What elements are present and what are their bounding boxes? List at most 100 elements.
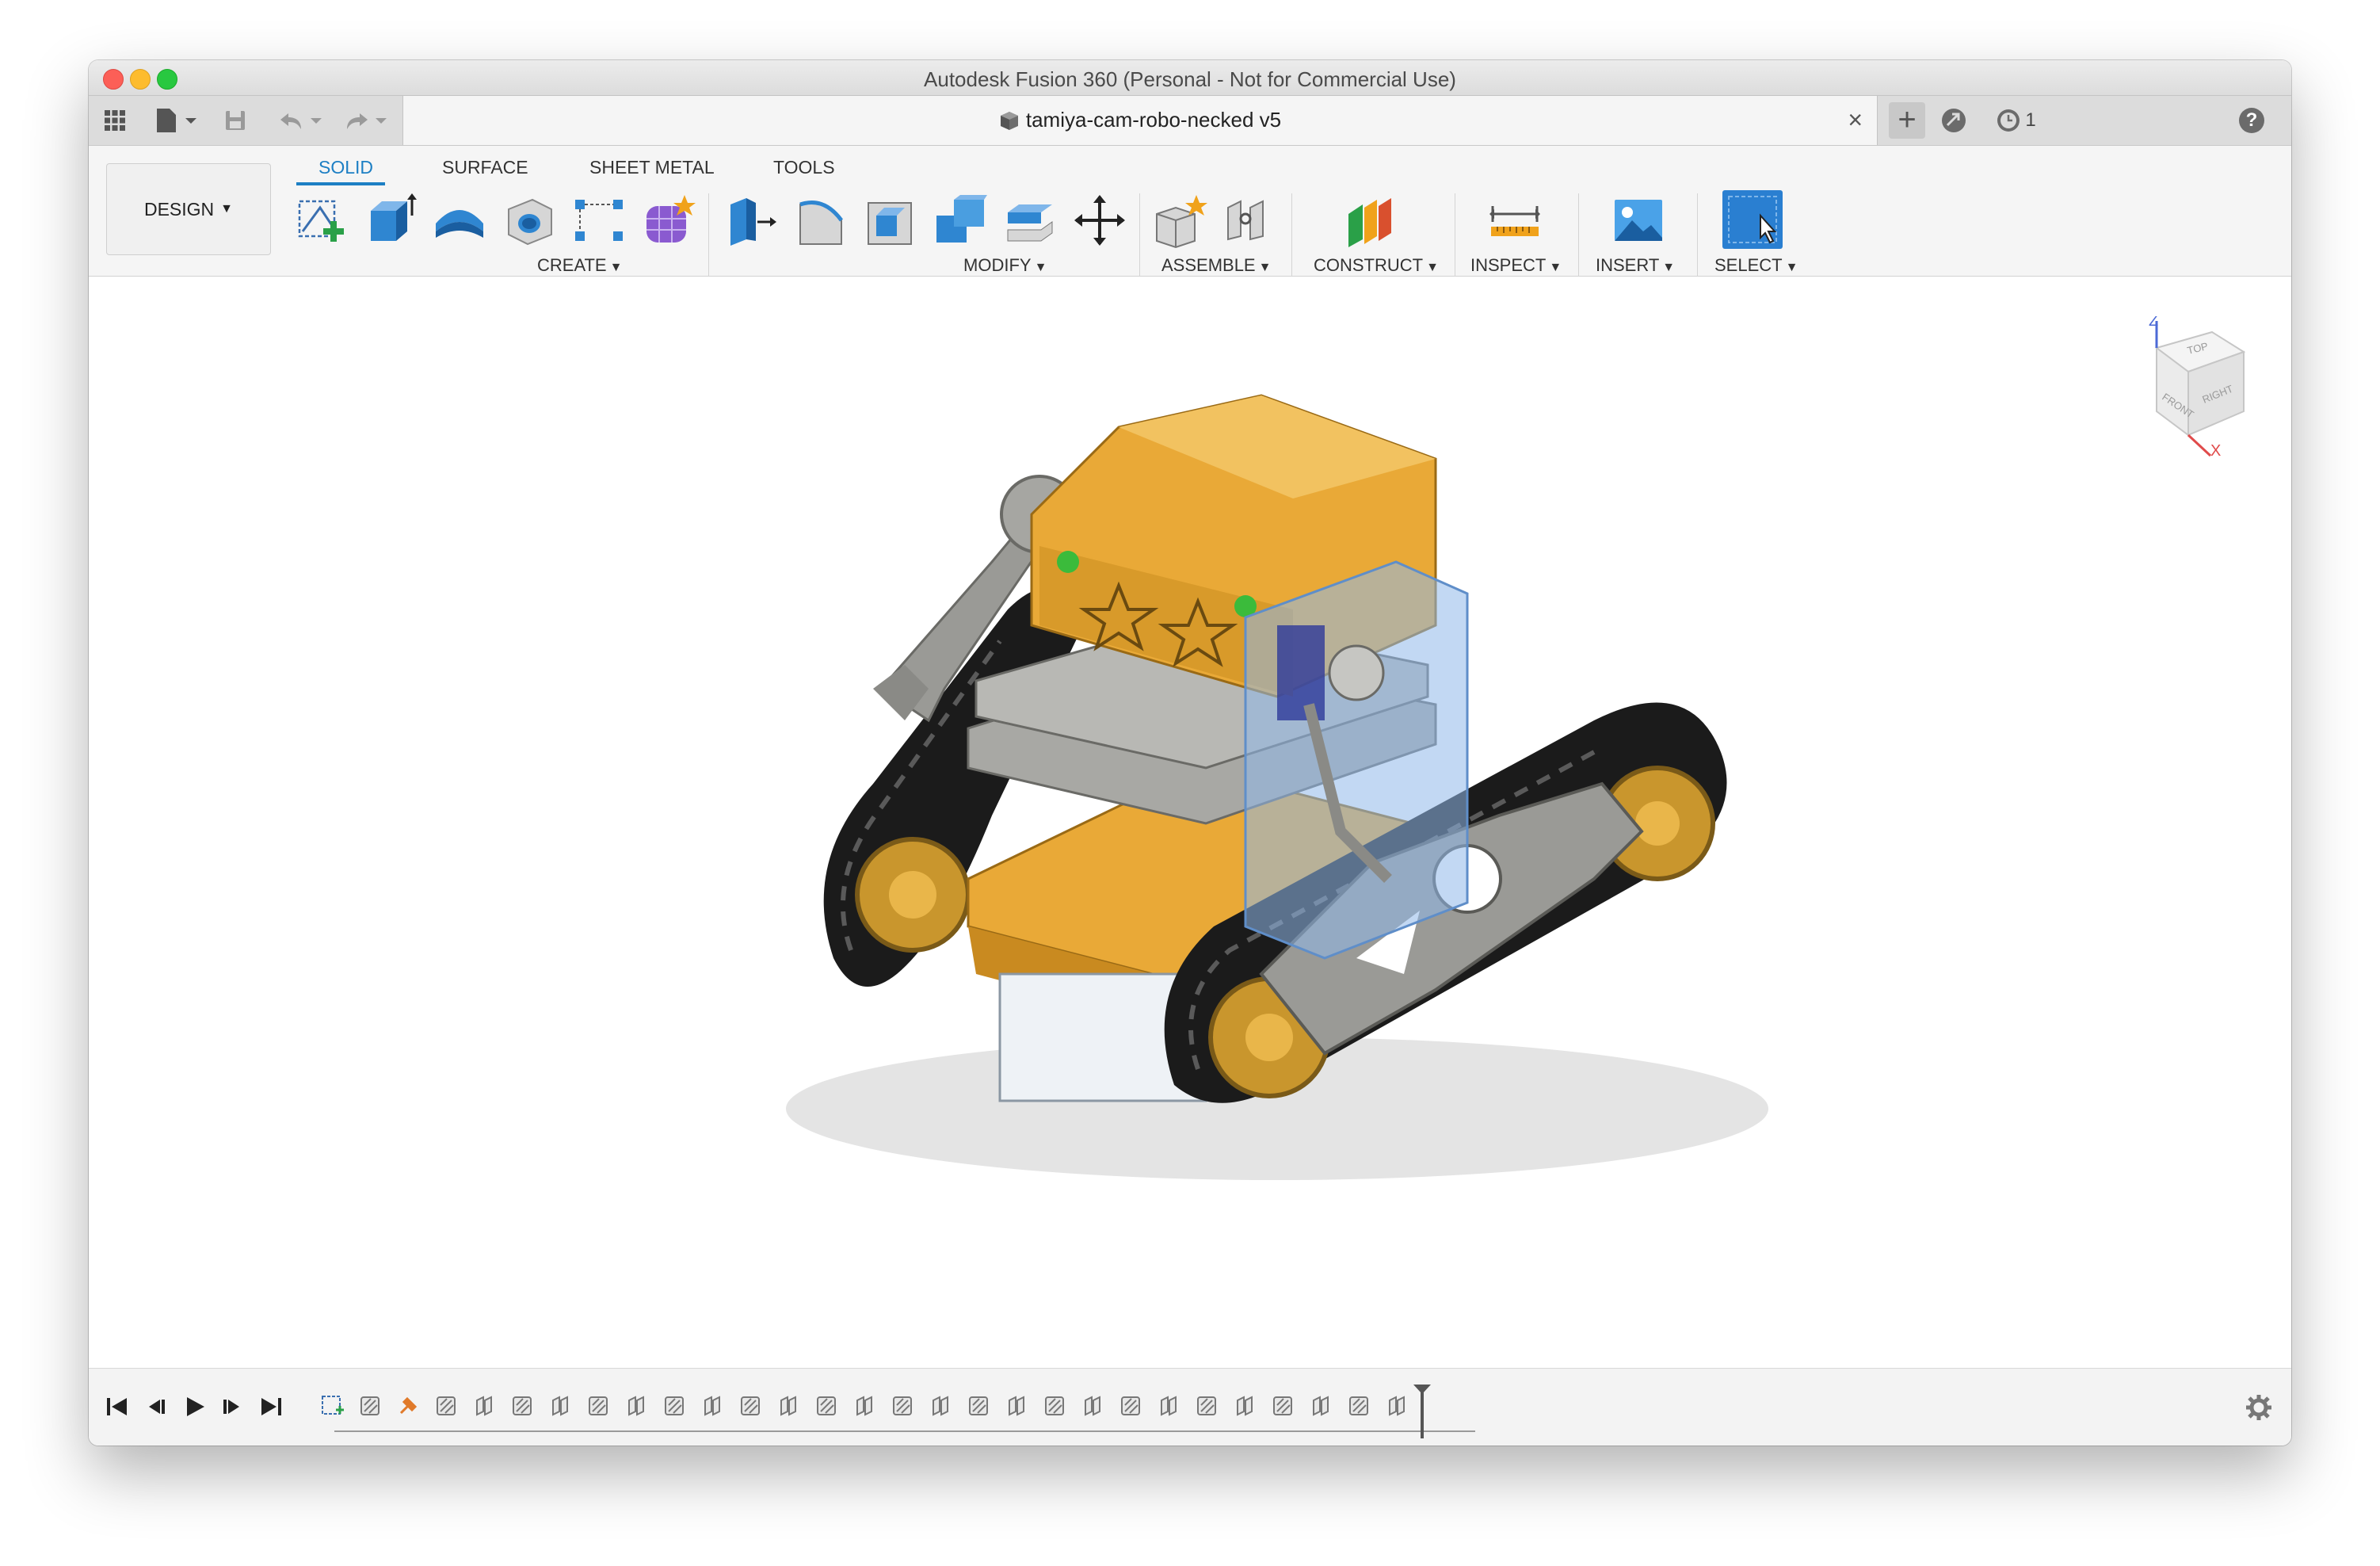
- undo-icon[interactable]: [274, 105, 330, 136]
- fillet-icon[interactable]: [792, 192, 849, 249]
- active-tab-indicator: [296, 182, 385, 185]
- timeline-feature-icon[interactable]: [813, 1392, 840, 1419]
- move-copy-icon[interactable]: [1071, 192, 1128, 249]
- insert-label: INSERT: [1596, 255, 1660, 275]
- divider: [1139, 193, 1140, 281]
- robot-model[interactable]: [89, 277, 2291, 1368]
- component-icon: [1000, 112, 1018, 130]
- close-tab-button[interactable]: ×: [1848, 105, 1863, 135]
- extrude-icon[interactable]: [361, 192, 418, 249]
- online-status-icon[interactable]: [1938, 105, 1970, 136]
- timeline-feature-icon[interactable]: [1383, 1392, 1410, 1419]
- skip-to-end-icon[interactable]: [257, 1392, 285, 1421]
- caret-down-icon: ▼: [220, 202, 234, 216]
- timeline-feature-icon[interactable]: [851, 1392, 878, 1419]
- construct-label: CONSTRUCT: [1314, 255, 1424, 275]
- timeline-feature-icon[interactable]: [1117, 1392, 1144, 1419]
- timeline-feature-icon[interactable]: [1269, 1392, 1296, 1419]
- file-icon[interactable]: [152, 105, 203, 136]
- step-forward-icon[interactable]: [219, 1392, 247, 1421]
- play-icon[interactable]: [181, 1392, 209, 1421]
- timeline-feature-icon[interactable]: [1041, 1392, 1068, 1419]
- timeline-feature-icon[interactable]: [433, 1392, 460, 1419]
- timeline-feature-icon[interactable]: [699, 1392, 726, 1419]
- measure-icon[interactable]: [1486, 192, 1543, 249]
- insert-image-icon[interactable]: [1610, 192, 1667, 249]
- timeline-feature-icon[interactable]: [1345, 1392, 1372, 1419]
- divider: [1578, 193, 1579, 281]
- offset-plane-icon[interactable]: [1341, 192, 1398, 249]
- timeline-feature-icon[interactable]: [1193, 1392, 1220, 1419]
- timeline-feature-icon[interactable]: [1155, 1392, 1182, 1419]
- redo-icon[interactable]: [339, 105, 395, 136]
- insert-menu[interactable]: INSERT ▼: [1596, 255, 1675, 276]
- timeline-feature-icon[interactable]: [889, 1392, 916, 1419]
- ribbon-toolbar: DESIGN ▼ SOLID SURFACE SHEET METAL TOOLS…: [89, 146, 2291, 281]
- tab-surface[interactable]: SURFACE: [442, 157, 528, 178]
- timeline-feature-icon[interactable]: [737, 1392, 764, 1419]
- timeline-feature-icon[interactable]: [965, 1392, 992, 1419]
- create-menu[interactable]: CREATE ▼: [537, 255, 622, 276]
- new-component-icon[interactable]: [1152, 192, 1209, 249]
- timeline-feature-icon[interactable]: [471, 1392, 498, 1419]
- joint-icon[interactable]: [1217, 192, 1274, 249]
- tab-tools[interactable]: TOOLS: [773, 157, 835, 178]
- timeline-feature-icon[interactable]: [1231, 1392, 1258, 1419]
- skip-to-start-icon[interactable]: [103, 1392, 132, 1421]
- modify-label: MODIFY: [963, 255, 1032, 275]
- create-sketch-icon[interactable]: [292, 192, 349, 249]
- timeline-track: [334, 1430, 1475, 1432]
- workspace-label: DESIGN: [143, 198, 215, 220]
- tab-solid[interactable]: SOLID: [318, 157, 373, 178]
- timeline-settings-icon[interactable]: [2244, 1392, 2274, 1423]
- timeline-feature-icon[interactable]: [357, 1392, 383, 1419]
- offset-face-icon[interactable]: [1001, 192, 1058, 249]
- timeline-feature-icon[interactable]: [1079, 1392, 1106, 1419]
- combine-icon[interactable]: [932, 192, 989, 249]
- job-status-icon[interactable]: 1: [1990, 105, 2041, 136]
- apps-grid-icon[interactable]: [100, 105, 130, 136]
- workspace-switcher[interactable]: DESIGN ▼: [106, 163, 271, 255]
- timeline-feature-icon[interactable]: [1307, 1392, 1334, 1419]
- timeline-feature-icon[interactable]: [1003, 1392, 1030, 1419]
- tab-strip: tamiya-cam-robo-necked v5 × + 1 ?: [89, 96, 2291, 146]
- caret-down-icon: ▼: [1034, 261, 1047, 274]
- save-icon[interactable]: [220, 105, 250, 136]
- viewport-canvas[interactable]: TOP FRONT RIGHT Z X: [89, 277, 2291, 1368]
- timeline-marker[interactable]: [1410, 1383, 1434, 1440]
- document-tab[interactable]: tamiya-cam-robo-necked v5 ×: [402, 96, 1878, 145]
- timeline-feature-icon[interactable]: [927, 1392, 954, 1419]
- step-back-icon[interactable]: [141, 1392, 170, 1421]
- timeline-feature-icon[interactable]: [661, 1392, 688, 1419]
- select-menu[interactable]: SELECT ▼: [1714, 255, 1798, 276]
- timeline-feature-icon[interactable]: [547, 1392, 574, 1419]
- divider: [1697, 193, 1698, 281]
- modify-menu[interactable]: MODIFY ▼: [963, 255, 1047, 276]
- inspect-label: INSPECT: [1470, 255, 1547, 275]
- timeline-feature-icon[interactable]: [509, 1392, 536, 1419]
- hole-icon[interactable]: [501, 192, 558, 249]
- divider: [1291, 193, 1292, 281]
- timeline-feature-icon[interactable]: [623, 1392, 650, 1419]
- assemble-menu[interactable]: ASSEMBLE ▼: [1161, 255, 1271, 276]
- tab-sheet-metal[interactable]: SHEET METAL: [589, 157, 715, 178]
- press-pull-icon[interactable]: [723, 192, 780, 249]
- job-count: 1: [2025, 109, 2036, 131]
- pattern-icon[interactable]: [570, 192, 627, 249]
- timeline-feature-icon[interactable]: [318, 1392, 345, 1419]
- timeline-feature-icon[interactable]: [775, 1392, 802, 1419]
- new-tab-button[interactable]: +: [1889, 102, 1925, 139]
- revolve-icon[interactable]: [431, 192, 488, 249]
- caret-down-icon: ▼: [1785, 261, 1798, 274]
- select-icon[interactable]: [1721, 189, 1784, 250]
- timeline-feature-icon[interactable]: [395, 1392, 421, 1419]
- create-form-icon[interactable]: [640, 192, 697, 249]
- help-button[interactable]: ?: [2236, 105, 2267, 136]
- timeline-feature-icon[interactable]: [585, 1392, 612, 1419]
- construct-menu[interactable]: CONSTRUCT ▼: [1314, 255, 1439, 276]
- view-cube[interactable]: TOP FRONT RIGHT Z X: [2125, 316, 2252, 459]
- create-label: CREATE: [537, 255, 607, 275]
- assemble-label: ASSEMBLE: [1161, 255, 1256, 275]
- inspect-menu[interactable]: INSPECT ▼: [1470, 255, 1562, 276]
- shell-icon[interactable]: [862, 192, 919, 249]
